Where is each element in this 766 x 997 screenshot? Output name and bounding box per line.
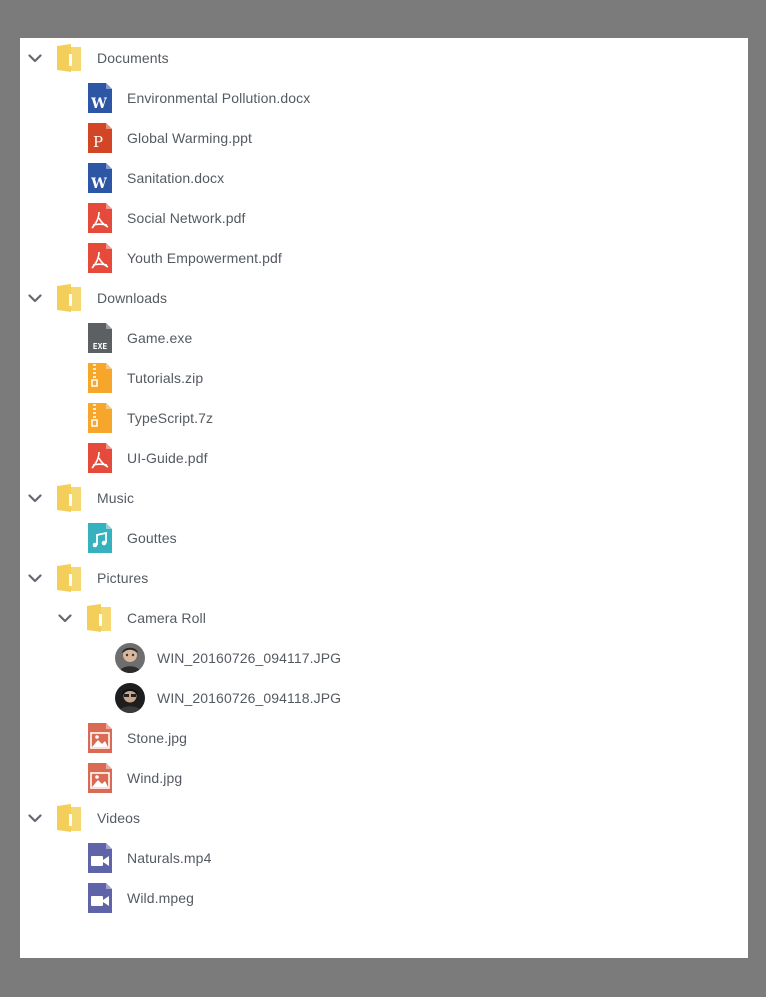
file-item[interactable]: Wild.mpeg bbox=[20, 878, 748, 918]
video-file-icon bbox=[87, 843, 113, 873]
zip-icon bbox=[87, 363, 113, 393]
chevron-down-icon[interactable] bbox=[26, 809, 44, 827]
video-file-icon bbox=[87, 883, 113, 913]
photo-thumbnail bbox=[115, 683, 145, 713]
pdf-icon bbox=[87, 243, 113, 273]
tree-node-documents[interactable]: Documents bbox=[20, 38, 748, 78]
folder-icon bbox=[56, 44, 82, 72]
file-item[interactable]: W Sanitation.docx bbox=[20, 158, 748, 198]
file-item[interactable]: W Environmental Pollution.docx bbox=[20, 78, 748, 118]
music-file-icon bbox=[87, 523, 113, 553]
file-label: Tutorials.zip bbox=[127, 370, 204, 386]
chevron-down-icon[interactable] bbox=[26, 49, 44, 67]
file-label: Wild.mpeg bbox=[127, 890, 195, 906]
file-item[interactable]: WIN_20160726_094117.JPG bbox=[20, 638, 748, 678]
word-doc-icon: W bbox=[87, 163, 113, 193]
file-tree: Documents W Environmental Pollution.docx… bbox=[20, 38, 748, 918]
folder-label: Videos bbox=[97, 810, 141, 826]
file-item[interactable]: Youth Empowerment.pdf bbox=[20, 238, 748, 278]
pdf-icon bbox=[87, 203, 113, 233]
file-label: WIN_20160726_094118.JPG bbox=[157, 690, 342, 706]
folder-icon bbox=[56, 564, 82, 592]
file-explorer-panel: Documents W Environmental Pollution.docx… bbox=[20, 38, 748, 958]
folder-icon bbox=[56, 284, 82, 312]
svg-text:W: W bbox=[90, 176, 107, 192]
svg-text:EXE: EXE bbox=[93, 342, 108, 351]
image-file-icon bbox=[87, 763, 113, 793]
folder-label: Documents bbox=[97, 50, 169, 66]
folder-label: Pictures bbox=[97, 570, 149, 586]
folder-label: Camera Roll bbox=[127, 610, 206, 626]
file-item[interactable]: Wind.jpg bbox=[20, 758, 748, 798]
file-item[interactable]: UI-Guide.pdf bbox=[20, 438, 748, 478]
powerpoint-icon: P bbox=[87, 123, 113, 153]
file-item[interactable]: Naturals.mp4 bbox=[20, 838, 748, 878]
file-label: Sanitation.docx bbox=[127, 170, 225, 186]
chevron-down-icon[interactable] bbox=[26, 569, 44, 587]
folder-label: Music bbox=[97, 490, 135, 506]
tree-node-music[interactable]: Music bbox=[20, 478, 748, 518]
image-file-icon bbox=[87, 723, 113, 753]
file-item[interactable]: TypeScript.7z bbox=[20, 398, 748, 438]
file-label: Wind.jpg bbox=[127, 770, 183, 786]
tree-node-downloads[interactable]: Downloads bbox=[20, 278, 748, 318]
tree-node-camera-roll[interactable]: Camera Roll bbox=[20, 598, 748, 638]
word-doc-icon: W bbox=[87, 83, 113, 113]
file-item[interactable]: Gouttes bbox=[20, 518, 748, 558]
file-label: WIN_20160726_094117.JPG bbox=[157, 650, 342, 666]
file-label: Youth Empowerment.pdf bbox=[127, 250, 282, 266]
file-label: UI-Guide.pdf bbox=[127, 450, 208, 466]
folder-icon bbox=[56, 804, 82, 832]
folder-label: Downloads bbox=[97, 290, 168, 306]
file-item[interactable]: Stone.jpg bbox=[20, 718, 748, 758]
tree-node-videos[interactable]: Videos bbox=[20, 798, 748, 838]
chevron-down-icon[interactable] bbox=[56, 609, 74, 627]
exe-icon: EXE bbox=[87, 323, 113, 353]
chevron-down-icon[interactable] bbox=[26, 289, 44, 307]
file-item[interactable]: EXE Game.exe bbox=[20, 318, 748, 358]
pdf-icon bbox=[87, 443, 113, 473]
file-item[interactable]: P Global Warming.ppt bbox=[20, 118, 748, 158]
zip-icon bbox=[87, 403, 113, 433]
svg-text:W: W bbox=[90, 96, 107, 112]
file-label: Environmental Pollution.docx bbox=[127, 90, 311, 106]
photo-thumbnail bbox=[115, 643, 145, 673]
file-label: Stone.jpg bbox=[127, 730, 188, 746]
svg-text:P: P bbox=[93, 133, 103, 151]
file-item[interactable]: Tutorials.zip bbox=[20, 358, 748, 398]
file-label: TypeScript.7z bbox=[127, 410, 214, 426]
tree-node-pictures[interactable]: Pictures bbox=[20, 558, 748, 598]
chevron-down-icon[interactable] bbox=[26, 489, 44, 507]
file-label: Social Network.pdf bbox=[127, 210, 246, 226]
folder-icon bbox=[86, 604, 112, 632]
file-item[interactable]: Social Network.pdf bbox=[20, 198, 748, 238]
file-label: Naturals.mp4 bbox=[127, 850, 212, 866]
file-label: Global Warming.ppt bbox=[127, 130, 252, 146]
file-item[interactable]: WIN_20160726_094118.JPG bbox=[20, 678, 748, 718]
folder-icon bbox=[56, 484, 82, 512]
file-label: Gouttes bbox=[127, 530, 177, 546]
file-label: Game.exe bbox=[127, 330, 193, 346]
